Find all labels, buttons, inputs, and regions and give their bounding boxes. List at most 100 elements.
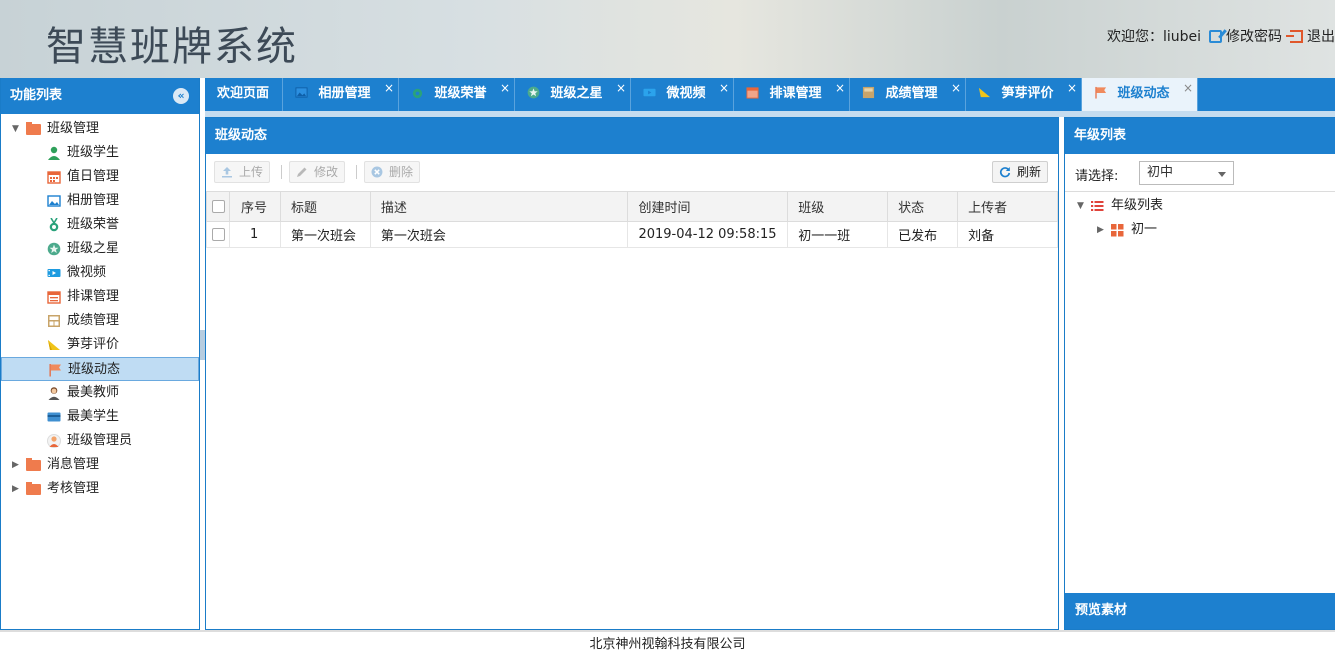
score-icon xyxy=(48,315,60,327)
sidebar-item-duty[interactable]: 值日管理 xyxy=(1,165,199,189)
star-icon xyxy=(47,242,61,256)
delete-button[interactable]: 删除 xyxy=(364,161,421,183)
sidebar-item-label: 微视频 xyxy=(67,265,107,280)
column-header[interactable]: 上传者 xyxy=(957,191,1058,222)
sidebar-item-class-star[interactable]: 班级之星 xyxy=(1,237,199,261)
collapsed-arrow-icon[interactable]: ▶ xyxy=(12,453,19,477)
toolbar-divider xyxy=(281,165,282,179)
close-icon[interactable]: × xyxy=(951,72,961,104)
sidebar-item-class-news[interactable]: 班级动态 xyxy=(1,357,199,381)
tab-scores[interactable]: 成绩管理 × xyxy=(850,78,966,111)
logout-icon xyxy=(1286,29,1303,43)
tree-group-assessment-management[interactable]: ▶ 考核管理 xyxy=(1,477,199,501)
tree-group-message-management[interactable]: ▶ 消息管理 xyxy=(1,453,199,477)
footer-company: 北京神州视翰科技有限公司 xyxy=(589,637,746,652)
table-row[interactable]: 1 第一次班会 第一次班会 2019-04-12 09:58:15 初一一班 已… xyxy=(206,221,1058,248)
grade-tree-item[interactable]: ▶ 初一 xyxy=(1065,218,1335,242)
news-table: 序号 标题 描述 创建时间 班级 状态 上传者 1 第一次班会 第一次班会 20… xyxy=(206,191,1058,248)
sidebar-item-sprout-evaluation[interactable]: 笋芽评价 xyxy=(1,333,199,357)
folder-icon xyxy=(26,482,41,495)
sidebar-item-class-students[interactable]: 班级学生 xyxy=(1,141,199,165)
tab-label: 相册管理 xyxy=(318,86,371,101)
collapsed-arrow-icon[interactable]: ▶ xyxy=(12,477,19,501)
tab-label: 班级荣誉 xyxy=(434,86,487,101)
tab-bar: 欢迎页面 相册管理 × 班级荣誉 × 班级之星 × 微视频 × 排课管理 × 成… xyxy=(205,78,1335,111)
grade-tree-root[interactable]: ▼ 年级列表 xyxy=(1065,194,1335,218)
tab-class-star[interactable]: 班级之星 × xyxy=(515,78,631,111)
edit-button[interactable]: 修改 xyxy=(289,161,346,183)
grade-panel-header: 年级列表 xyxy=(1065,118,1335,154)
sidebar-title: 功能列表 xyxy=(10,88,63,103)
column-header[interactable]: 描述 xyxy=(369,191,629,222)
sidebar-item-honor[interactable]: 班级荣誉 xyxy=(1,213,199,237)
toolbar: 上传 修改 删除 刷新 xyxy=(206,154,1058,192)
tab-label: 欢迎页面 xyxy=(217,86,270,101)
sidebar-item-label: 笋芽评价 xyxy=(67,337,120,352)
close-icon[interactable]: × xyxy=(616,72,626,104)
grade-tree-item-label: 初一 xyxy=(1131,222,1158,237)
sidebar-item-micro-video[interactable]: 微视频 xyxy=(1,261,199,285)
edit-label: 修改 xyxy=(314,165,339,179)
tab-honor[interactable]: 班级荣誉 × xyxy=(399,78,515,111)
sidebar-header: 功能列表 « xyxy=(1,78,199,114)
expanded-arrow-icon[interactable]: ▼ xyxy=(12,117,19,141)
logout-link[interactable]: 退出 xyxy=(1307,26,1335,46)
tab-schedule[interactable]: 排课管理 × xyxy=(734,78,850,111)
column-header[interactable]: 班级 xyxy=(787,191,889,222)
grade-tree: ▼ 年级列表 ▶ 初一 xyxy=(1065,194,1335,242)
panel-header: 班级动态 xyxy=(206,118,1058,154)
column-header[interactable]: 状态 xyxy=(887,191,959,222)
column-header[interactable]: 序号 xyxy=(228,191,281,222)
preview-panel-title: 预览素材 xyxy=(1075,603,1128,618)
row-checkbox[interactable] xyxy=(212,228,225,241)
close-icon[interactable]: × xyxy=(835,72,845,104)
folder-icon xyxy=(26,122,41,135)
select-all-checkbox[interactable] xyxy=(212,200,225,213)
tab-sprout-evaluation[interactable]: 笋芽评价 × xyxy=(966,78,1082,111)
grade-tree-root-label: 年级列表 xyxy=(1111,198,1164,213)
close-icon[interactable]: × xyxy=(384,72,394,104)
class-news-panel: 班级动态 上传 修改 删除 刷新 序号 标题 描述 创建时间 班级 状态 上传者… xyxy=(205,117,1059,630)
teacher-icon xyxy=(48,387,60,400)
admin-icon xyxy=(47,434,61,448)
delete-icon xyxy=(371,166,383,178)
column-header[interactable]: 标题 xyxy=(279,191,371,222)
collapse-left-icon[interactable]: « xyxy=(173,88,189,104)
schedule-icon xyxy=(47,291,61,304)
close-icon[interactable]: × xyxy=(719,72,729,104)
tab-micro-video[interactable]: 微视频 × xyxy=(631,78,734,111)
close-icon[interactable]: × xyxy=(1183,72,1193,104)
index-cell: 1 xyxy=(228,221,281,248)
refresh-label: 刷新 xyxy=(1017,165,1042,179)
sidebar-item-album[interactable]: 相册管理 xyxy=(1,189,199,213)
collapsed-arrow-icon[interactable]: ▶ xyxy=(1097,218,1104,242)
sidebar-item-label: 相册管理 xyxy=(67,193,120,208)
grade-select[interactable]: 初中 xyxy=(1139,161,1234,185)
refresh-button[interactable]: 刷新 xyxy=(992,161,1049,183)
sidebar-item-label: 班级学生 xyxy=(67,145,120,160)
sidebar-item-scores[interactable]: 成绩管理 xyxy=(1,309,199,333)
close-icon[interactable]: × xyxy=(1067,72,1077,104)
sidebar-item-best-teacher[interactable]: 最美教师 xyxy=(1,381,199,405)
uploader-cell: 刘备 xyxy=(957,221,1058,248)
calendar-icon xyxy=(47,171,61,184)
sidebar-item-class-admin[interactable]: 班级管理员 xyxy=(1,429,199,453)
table-header-row: 序号 标题 描述 创建时间 班级 状态 上传者 xyxy=(206,191,1058,222)
tab-album[interactable]: 相册管理 × xyxy=(283,78,399,111)
footer: 北京神州视翰科技有限公司 xyxy=(0,630,1335,652)
close-icon[interactable]: × xyxy=(500,72,510,104)
column-header[interactable]: 创建时间 xyxy=(627,191,789,222)
tree-group-class-management[interactable]: ▼ 班级管理 xyxy=(1,117,199,141)
tab-class-news[interactable]: 班级动态 × xyxy=(1082,78,1198,111)
upload-button[interactable]: 上传 xyxy=(214,161,271,183)
star-icon xyxy=(527,86,540,99)
grade-panel: 年级列表 请选择: 初中 ▼ 年级列表 ▶ 初一 预览素材 xyxy=(1064,117,1335,630)
change-password-link[interactable]: 修改密码 xyxy=(1226,26,1282,46)
sidebar-item-schedule[interactable]: 排课管理 xyxy=(1,285,199,309)
sprout-icon xyxy=(978,87,991,98)
expanded-arrow-icon[interactable]: ▼ xyxy=(1077,194,1084,218)
sidebar-item-best-student[interactable]: 最美学生 xyxy=(1,405,199,429)
grid-icon xyxy=(1111,224,1124,237)
welcome-text: 欢迎您：liubei xyxy=(1106,29,1201,45)
tab-welcome[interactable]: 欢迎页面 xyxy=(205,78,283,111)
